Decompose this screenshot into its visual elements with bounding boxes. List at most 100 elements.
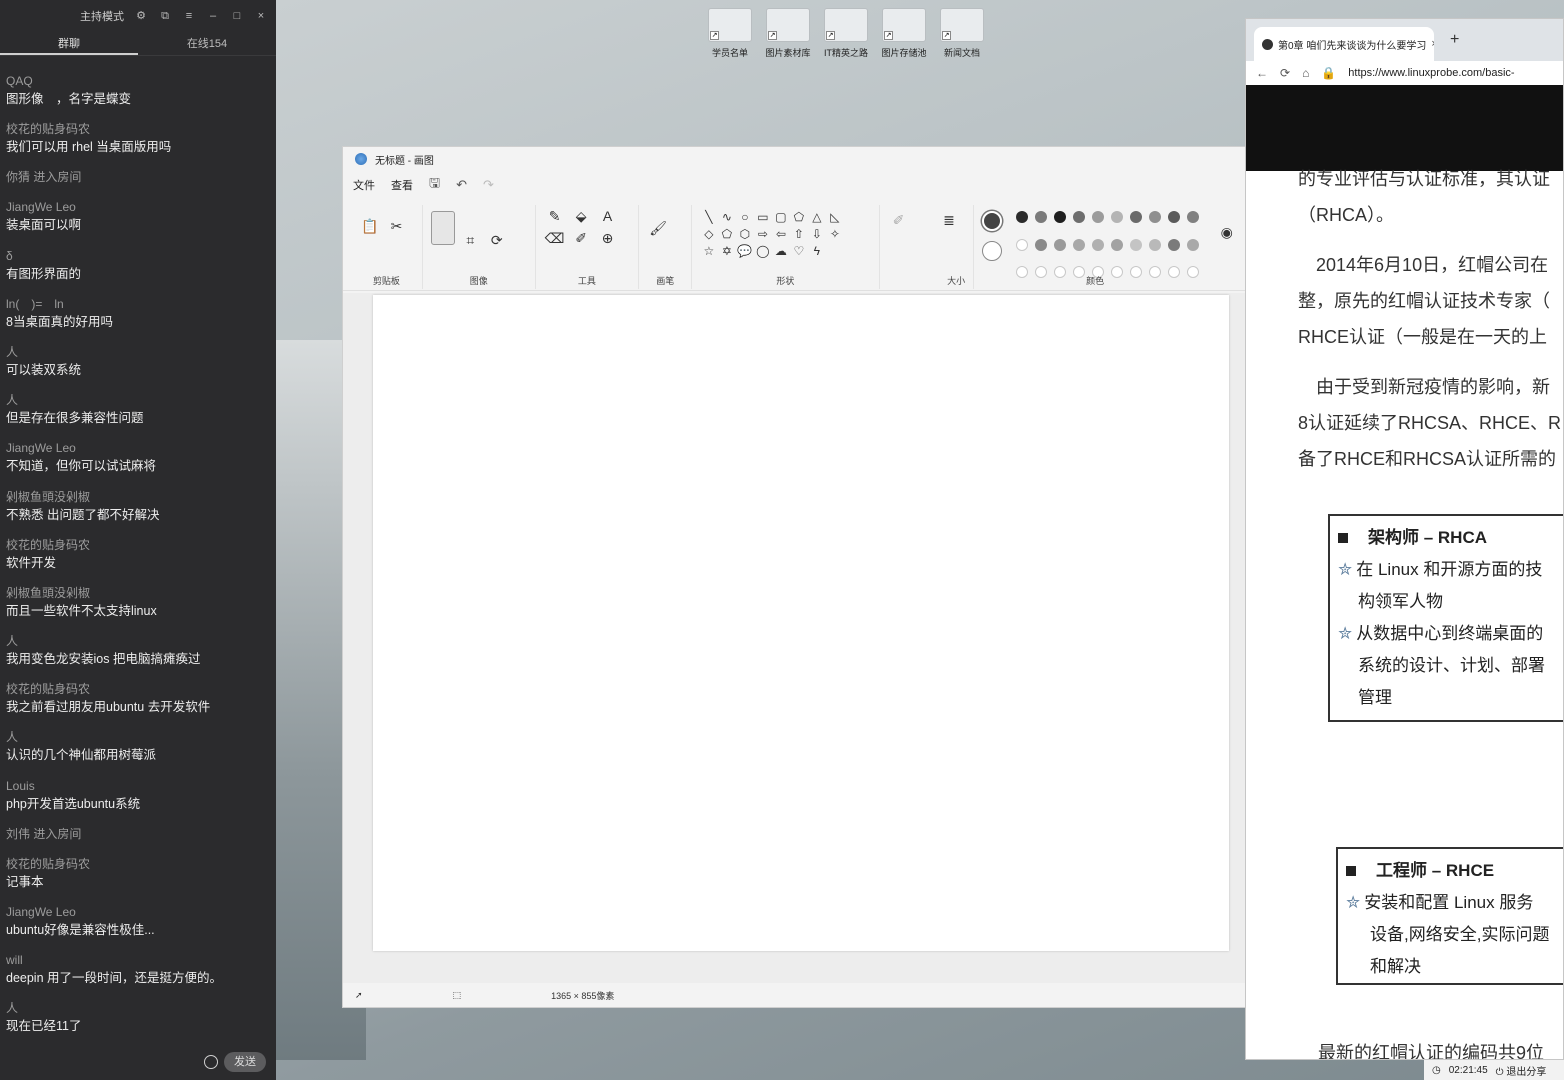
palette-color-swatch[interactable] (1015, 238, 1028, 251)
message-username[interactable]: JiangWe Leo (6, 439, 272, 457)
palette-color-swatch[interactable] (1091, 211, 1104, 223)
brush-icon[interactable]: 🖌 (647, 217, 669, 239)
palette-color-swatch[interactable] (1167, 211, 1180, 223)
rectangle-icon[interactable]: ▭ (754, 209, 771, 225)
four-star-icon[interactable]: ✧ (826, 226, 843, 242)
message-username[interactable]: 人 (6, 343, 272, 361)
palette-color-swatch[interactable] (1148, 238, 1161, 251)
message-username[interactable]: 人 (6, 632, 272, 650)
color-2-swatch[interactable] (981, 241, 1002, 261)
maximize-icon[interactable]: □ (230, 9, 244, 23)
browser-tab[interactable]: 第0章 咱们先来谈谈为什么要学习 × (1254, 27, 1434, 61)
message-username[interactable]: δ (6, 247, 272, 265)
magnifier-icon[interactable]: ⊕ (597, 227, 619, 249)
line-icon[interactable]: ╲ (700, 209, 717, 225)
palette-color-swatch[interactable] (1072, 238, 1085, 251)
text-icon[interactable]: A (597, 205, 619, 227)
drawing-canvas[interactable] (373, 295, 1229, 951)
curve-icon[interactable]: ∿ (718, 209, 735, 225)
message-username[interactable]: JiangWe Leo (6, 198, 272, 216)
five-star-icon[interactable]: ☆ (700, 243, 717, 259)
arrow-up-icon[interactable]: ⇧ (790, 226, 807, 242)
palette-color-swatch[interactable] (1186, 211, 1199, 223)
palette-color-swatch[interactable] (1053, 238, 1066, 251)
palette-color-swatch[interactable] (1015, 211, 1028, 223)
arrow-right-icon[interactable]: ⇨ (754, 226, 771, 242)
emoji-icon[interactable] (204, 1055, 218, 1069)
message-username[interactable]: QAQ (6, 72, 272, 90)
back-icon[interactable]: ← (1256, 66, 1268, 80)
desktop-icon-images[interactable]: ↗ 图片素材库 (762, 8, 814, 59)
close-icon[interactable]: × (254, 9, 268, 23)
message-username[interactable]: 剁椒鱼頭没剁椒 (6, 488, 272, 506)
undo-icon[interactable]: ↶ (456, 177, 467, 193)
oval-icon[interactable]: ○ (736, 209, 753, 225)
pencil-icon[interactable]: ✎ (544, 205, 566, 227)
message-username[interactable]: 校花的贴身码农 (6, 120, 272, 138)
desktop-icon-news[interactable]: ↗ 新闻文档 (936, 8, 988, 59)
heart-icon[interactable]: ♡ (790, 243, 807, 259)
callout-round-icon[interactable]: 💬 (736, 243, 753, 259)
exit-share-button[interactable]: ⏻ 退出分享 (1496, 1063, 1547, 1078)
popout-icon[interactable]: ⧉ (158, 9, 172, 23)
crop-icon[interactable]: ⌗ (459, 229, 481, 251)
close-tab-icon[interactable]: × (1431, 38, 1434, 50)
palette-color-swatch[interactable] (1053, 211, 1066, 223)
message-username[interactable]: 校花的贴身码农 (6, 680, 272, 698)
tab-group-chat[interactable]: 群聊 (0, 32, 138, 55)
cut-icon[interactable]: ✂ (385, 215, 407, 237)
message-username[interactable]: will (6, 951, 272, 969)
message-username[interactable]: 人 (6, 999, 272, 1017)
triangle-icon[interactable]: △ (808, 209, 825, 225)
fill-icon[interactable]: ⬙ (570, 205, 592, 227)
diamond-icon[interactable]: ◇ (700, 226, 717, 242)
message-username[interactable]: JiangWe Leo (6, 903, 272, 921)
palette-color-swatch[interactable] (1129, 211, 1142, 223)
palette-color-swatch[interactable] (1034, 238, 1047, 251)
palette-color-swatch[interactable] (1129, 238, 1142, 251)
minimize-icon[interactable]: – (206, 9, 220, 23)
tab-online[interactable]: 在线154 (138, 32, 276, 55)
message-username[interactable]: 人 (6, 728, 272, 746)
palette-color-swatch[interactable] (1072, 211, 1085, 223)
message-username[interactable]: 人 (6, 391, 272, 409)
send-button[interactable]: 发送 (224, 1052, 266, 1072)
six-star-icon[interactable]: ✡ (718, 243, 735, 259)
save-icon[interactable]: 🖫 (429, 174, 440, 196)
size-icon[interactable]: ≣ (938, 209, 960, 231)
callout-oval-icon[interactable]: ◯ (754, 243, 771, 259)
palette-color-swatch[interactable] (1167, 238, 1180, 251)
home-icon[interactable]: ⌂ (1302, 66, 1309, 80)
message-username[interactable]: ln( )= ln (6, 295, 272, 313)
polygon-icon[interactable]: ⬠ (790, 209, 807, 225)
message-username[interactable]: Louis (6, 777, 272, 795)
desktop-icon-students[interactable]: ↗ 学员名单 (704, 8, 756, 59)
pin-icon[interactable]: ≡ (182, 9, 196, 23)
new-tab-icon[interactable]: + (1450, 31, 1459, 49)
paste-icon[interactable]: 📋 (359, 215, 381, 237)
right-triangle-icon[interactable]: ◺ (826, 209, 843, 225)
pentagon-icon[interactable]: ⬠ (718, 226, 735, 242)
palette-color-swatch[interactable] (1186, 238, 1199, 251)
message-username[interactable]: 校花的贴身码农 (6, 536, 272, 554)
palette-color-swatch[interactable] (1110, 211, 1123, 223)
arrow-left-icon[interactable]: ⇦ (772, 226, 789, 242)
desktop-icon-storage[interactable]: ↗ 图片存储池 (878, 8, 930, 59)
arrow-down-icon[interactable]: ⇩ (808, 226, 825, 242)
menu-file[interactable]: 文件 (353, 177, 375, 193)
edit-colors-icon[interactable]: ◉ (1217, 221, 1237, 243)
message-username[interactable]: 校花的贴身码农 (6, 855, 272, 873)
rounded-rect-icon[interactable]: ▢ (772, 209, 789, 225)
palette-color-swatch[interactable] (1110, 238, 1123, 251)
outline-icon[interactable]: ✐ (888, 209, 910, 231)
url-field[interactable]: https://www.linuxprobe.com/basic- (1348, 67, 1514, 79)
settings-icon[interactable]: ⚙ (134, 9, 148, 23)
menu-view[interactable]: 查看 (391, 177, 413, 193)
hexagon-icon[interactable]: ⬡ (736, 226, 753, 242)
redo-icon[interactable]: ↷ (483, 177, 494, 193)
reload-icon[interactable]: ⟳ (1280, 66, 1290, 80)
desktop-icon-it[interactable]: ↗ IT精英之路 (820, 8, 872, 59)
palette-color-swatch[interactable] (1148, 211, 1161, 223)
callout-cloud-icon[interactable]: ☁ (772, 243, 789, 259)
palette-color-swatch[interactable] (1034, 211, 1047, 223)
